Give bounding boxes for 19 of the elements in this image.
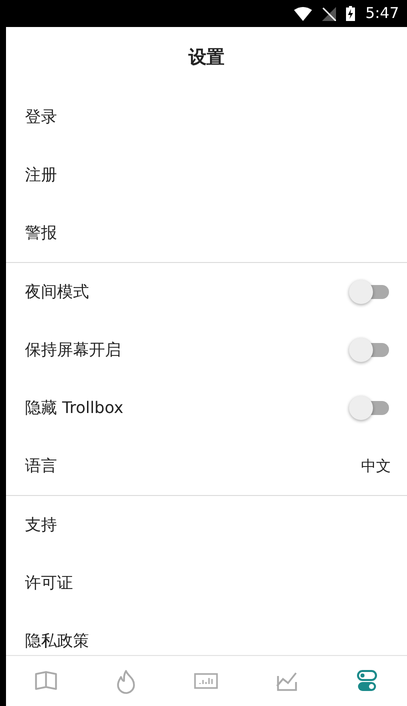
setting-label[interactable]: 许可证: [25, 571, 73, 595]
no-signal-icon: [322, 6, 336, 20]
clock-time: 5:47: [365, 3, 399, 24]
toggle-switch[interactable]: [349, 338, 391, 362]
setting-label: 隐藏 Trollbox: [25, 397, 124, 419]
battery-charging-icon: [346, 6, 356, 21]
setting-label[interactable]: 警报: [25, 221, 57, 245]
page-title: 设置: [188, 46, 224, 70]
setting-label[interactable]: 隐私政策: [25, 629, 89, 653]
toggle-switch[interactable]: [349, 396, 391, 420]
setting-label[interactable]: 注册: [25, 163, 57, 187]
wifi-icon: [294, 6, 312, 20]
setting-value[interactable]: 中文: [361, 454, 391, 478]
setting-label[interactable]: 登录: [25, 105, 57, 129]
setting-label: 保持屏幕开启: [25, 339, 121, 361]
setting-label[interactable]: 支持: [25, 513, 57, 537]
setting-label: 夜间模式: [25, 281, 89, 303]
toggle-switch[interactable]: [349, 280, 391, 304]
setting-label: 语言: [25, 455, 57, 477]
